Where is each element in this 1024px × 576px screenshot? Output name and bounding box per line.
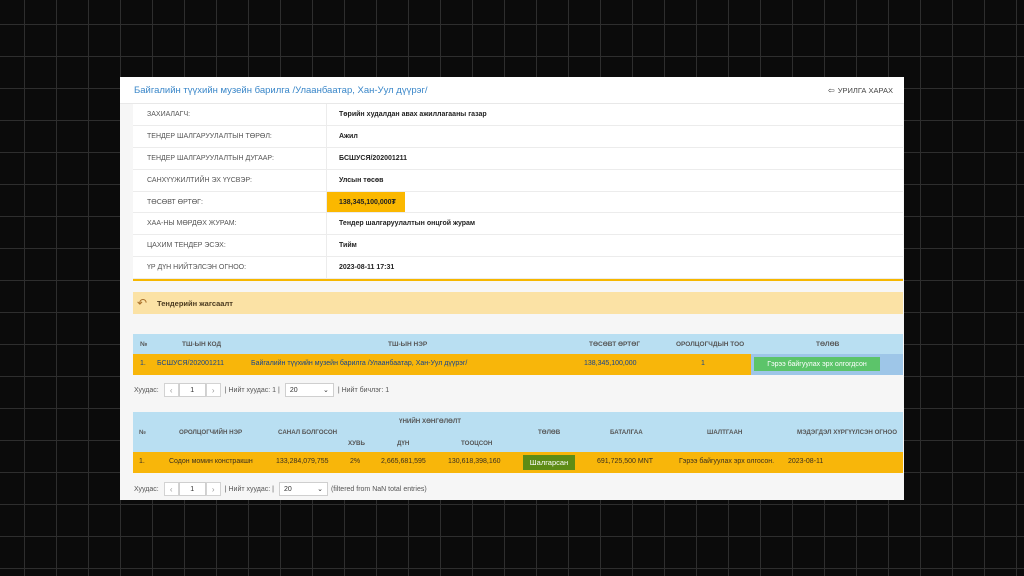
col-header-date: МЭДЭГДЭЛ ХҮРГҮҮЛСЭН ОГНОО bbox=[797, 429, 898, 437]
cell-offer: 133,284,079,755 bbox=[276, 458, 329, 466]
info-label: ТЕНДЕР ШАЛГАРУУЛАЛТЫН ТӨРӨЛ: bbox=[147, 132, 272, 140]
tender-panel: Байгалийн түүхийн музейн барилга /Улаанб… bbox=[120, 77, 904, 500]
col-header-bidder: ОРОЛЦОГЧИЙН НЭР bbox=[179, 429, 243, 437]
info-label: ТӨСӨВТ ӨРТӨГ: bbox=[147, 198, 203, 206]
col-header-amount: ДҮН bbox=[397, 440, 410, 448]
info-value: Улсын төсөв bbox=[326, 169, 903, 191]
info-value: Тийм bbox=[326, 235, 903, 257]
cell-calculated: 130,618,398,160 bbox=[448, 458, 501, 466]
info-label: ЗАХИАЛАГЧ: bbox=[147, 110, 191, 118]
table-header: № ТШ-ЫН КОД ТШ-ЫН НЭР ТӨСӨВТ ӨРТӨГ ОРОЛЦ… bbox=[133, 334, 903, 355]
budget-highlight: 138,345,100,000₮ bbox=[327, 191, 405, 213]
info-label: ТЕНДЕР ШАЛГАРУУЛАЛТЫН ДУГААР: bbox=[147, 154, 274, 162]
tender-info: ЗАХИАЛАГЧ: Төрийн худалдан авах ажиллага… bbox=[133, 104, 903, 280]
col-header-guarantee: БАТАЛГАА bbox=[610, 429, 643, 437]
cell-code[interactable]: БСШУСЯ/202001211 bbox=[157, 360, 224, 367]
cell-bidder: Содон момин констракшн bbox=[169, 458, 253, 466]
pagination: Хуудас: ‹ 1 › | Нийт хуудас: | 20 ⌄ (fil… bbox=[134, 477, 904, 500]
cell-name[interactable]: Байгалийн түүхийн музейн барилга /Улаанб… bbox=[251, 360, 467, 367]
divider bbox=[133, 279, 903, 282]
bidders-table: № ОРОЛЦОГЧИЙН НЭР САНАЛ БОЛГОСОН ҮНИЙН Х… bbox=[133, 412, 903, 474]
table-header: № ОРОЛЦОГЧИЙН НЭР САНАЛ БОЛГОСОН ҮНИЙН Х… bbox=[133, 412, 903, 453]
col-header-reason: ШАЛТГААН bbox=[707, 429, 743, 437]
col-header-percent: ХУВЬ bbox=[348, 440, 365, 448]
info-label: САНХҮҮЖИЛТИЙН ЭХ ҮҮСВЭР: bbox=[147, 176, 252, 184]
info-label: ҮР ДҮН НИЙТЭЛСЭН ОГНОО: bbox=[147, 264, 247, 272]
next-page-button[interactable]: › bbox=[205, 383, 221, 398]
info-row-electronic: ЦАХИМ ТЕНДЕР ЭСЭХ: Тийм bbox=[133, 235, 903, 258]
cell-num: 1. bbox=[140, 360, 146, 368]
page-input[interactable]: 1 bbox=[178, 383, 206, 398]
info-value: Тендер шалгаруулалтын онцгой журам bbox=[326, 213, 903, 235]
page-size-select[interactable]: 20 ⌄ bbox=[284, 383, 334, 398]
page-size-value: 20 bbox=[283, 485, 292, 493]
col-header-calculated: ТООЦСОН bbox=[461, 440, 493, 448]
info-row-customer: ЗАХИАЛАГЧ: Төрийн худалдан авах ажиллага… bbox=[133, 104, 903, 126]
page-size-value: 20 bbox=[289, 386, 298, 394]
info-value: Ажил bbox=[326, 125, 903, 147]
info-row-funding: САНХҮҮЖИЛТИЙН ЭХ ҮҮСВЭР: Улсын төсөв bbox=[133, 169, 903, 192]
info-row-type: ТЕНДЕР ШАЛГАРУУЛАЛТЫН ТӨРӨЛ: Ажил bbox=[133, 125, 903, 148]
col-header-discount: ҮНИЙН ХӨНГӨЛӨЛТ bbox=[399, 418, 461, 426]
info-row-procedure: ХАА-НЫ МӨРДӨХ ЖУРАМ: Тендер шалгаруулалт… bbox=[133, 213, 903, 236]
prev-page-button[interactable]: ‹ bbox=[163, 482, 179, 497]
back-label: УРИЛГА ХАРАХ bbox=[837, 86, 893, 95]
page-size-select[interactable]: 20 ⌄ bbox=[278, 482, 328, 497]
info-value: Төрийн худалдан авах ажиллагааны газар bbox=[326, 104, 903, 125]
col-header-offer: САНАЛ БОЛГОСОН bbox=[278, 429, 338, 437]
info-row-published: ҮР ДҮН НИЙТЭЛСЭН ОГНОО: 2023-08-11 17:31 bbox=[133, 257, 903, 280]
status-badge: Гэрээ байгуулах эрх олгогдсон bbox=[754, 357, 880, 372]
info-row-budget: ТӨСӨВТ ӨРТӨГ: 138,345,100,000₮ bbox=[133, 191, 903, 214]
total-pages: | Нийт хуудас: | bbox=[224, 485, 274, 493]
info-label: ХАА-НЫ МӨРДӨХ ЖУРАМ: bbox=[147, 220, 237, 228]
status-badge: Шалгарсан bbox=[523, 455, 575, 471]
cell-budget: 138,345,100,000 bbox=[584, 360, 637, 368]
prev-page-button[interactable]: ‹ bbox=[163, 383, 179, 398]
filtered-entries: (filtered from NaN total entries) bbox=[330, 485, 427, 493]
info-label: ЦАХИМ ТЕНДЕР ЭСЭХ: bbox=[147, 242, 226, 250]
pagination: Хуудас: ‹ 1 › | Нийт хуудас: 1 | 20 ⌄ | … bbox=[134, 378, 904, 402]
info-value-wrap: 138,345,100,000₮ bbox=[326, 191, 903, 213]
total-entries: | Нийт бичлэг: 1 bbox=[337, 386, 390, 394]
page-input[interactable]: 1 bbox=[178, 482, 206, 497]
next-page-button[interactable]: › bbox=[205, 482, 221, 497]
info-value: БСШУСЯ/202001211 bbox=[326, 147, 903, 169]
total-pages: | Нийт хуудас: 1 | bbox=[224, 386, 280, 394]
cell-amount: 2,665,681,595 bbox=[381, 458, 426, 466]
col-header-status: ТӨЛӨВ bbox=[538, 429, 561, 437]
chevron-down-icon: ⌄ bbox=[322, 387, 329, 395]
page-title: Байгалийн түүхийн музейн барилга /Улаанб… bbox=[134, 85, 428, 96]
back-button[interactable]: ⇦ УРИЛГА ХАРАХ bbox=[828, 86, 893, 95]
pager-label: Хуудас: bbox=[134, 386, 159, 394]
panel-header: Байгалийн түүхийн музейн барилга /Улаанб… bbox=[120, 77, 904, 104]
col-header-status: ТӨЛӨВ bbox=[816, 340, 840, 348]
col-header-code: ТШ-ЫН КОД bbox=[182, 340, 222, 348]
cell-date: 2023-08-11 bbox=[788, 458, 824, 466]
info-row-number: ТЕНДЕР ШАЛГАРУУЛАЛТЫН ДУГААР: БСШУСЯ/202… bbox=[133, 147, 903, 170]
cell-percent: 2% bbox=[350, 458, 361, 466]
cell-guarantee: 691,725,500 MNT bbox=[597, 458, 654, 466]
reply-arrow-icon: ↶ bbox=[137, 296, 148, 311]
col-header-count: ОРОЛЦОГЧДЫН ТОО bbox=[676, 340, 745, 348]
table-row[interactable]: 1. БСШУСЯ/202001211 Байгалийн түүхийн му… bbox=[133, 354, 903, 376]
pager-label: Хуудас: bbox=[134, 485, 159, 493]
info-value: 2023-08-11 17:31 bbox=[326, 257, 903, 279]
exit-icon: ⇦ bbox=[828, 86, 835, 95]
col-header-budget: ТӨСӨВТ ӨРТӨГ bbox=[589, 340, 641, 348]
cell-reason: Гэрээ байгуулах эрх олгосон. bbox=[679, 458, 775, 466]
col-header-name: ТШ-ЫН НЭР bbox=[388, 340, 428, 348]
col-header-num: № bbox=[139, 429, 146, 437]
chevron-down-icon: ⌄ bbox=[317, 486, 323, 494]
section-title: Тендерийн жагсаалт bbox=[157, 298, 233, 308]
cell-count: 1 bbox=[701, 360, 705, 368]
tender-table: № ТШ-ЫН КОД ТШ-ЫН НЭР ТӨСӨВТ ӨРТӨГ ОРОЛЦ… bbox=[133, 334, 903, 376]
cell-num: 1. bbox=[139, 458, 145, 466]
col-header-num: № bbox=[140, 340, 148, 348]
table-row[interactable]: 1. Содон момин констракшн 133,284,079,75… bbox=[133, 452, 903, 474]
section-header: ↶ Тендерийн жагсаалт bbox=[133, 292, 903, 315]
